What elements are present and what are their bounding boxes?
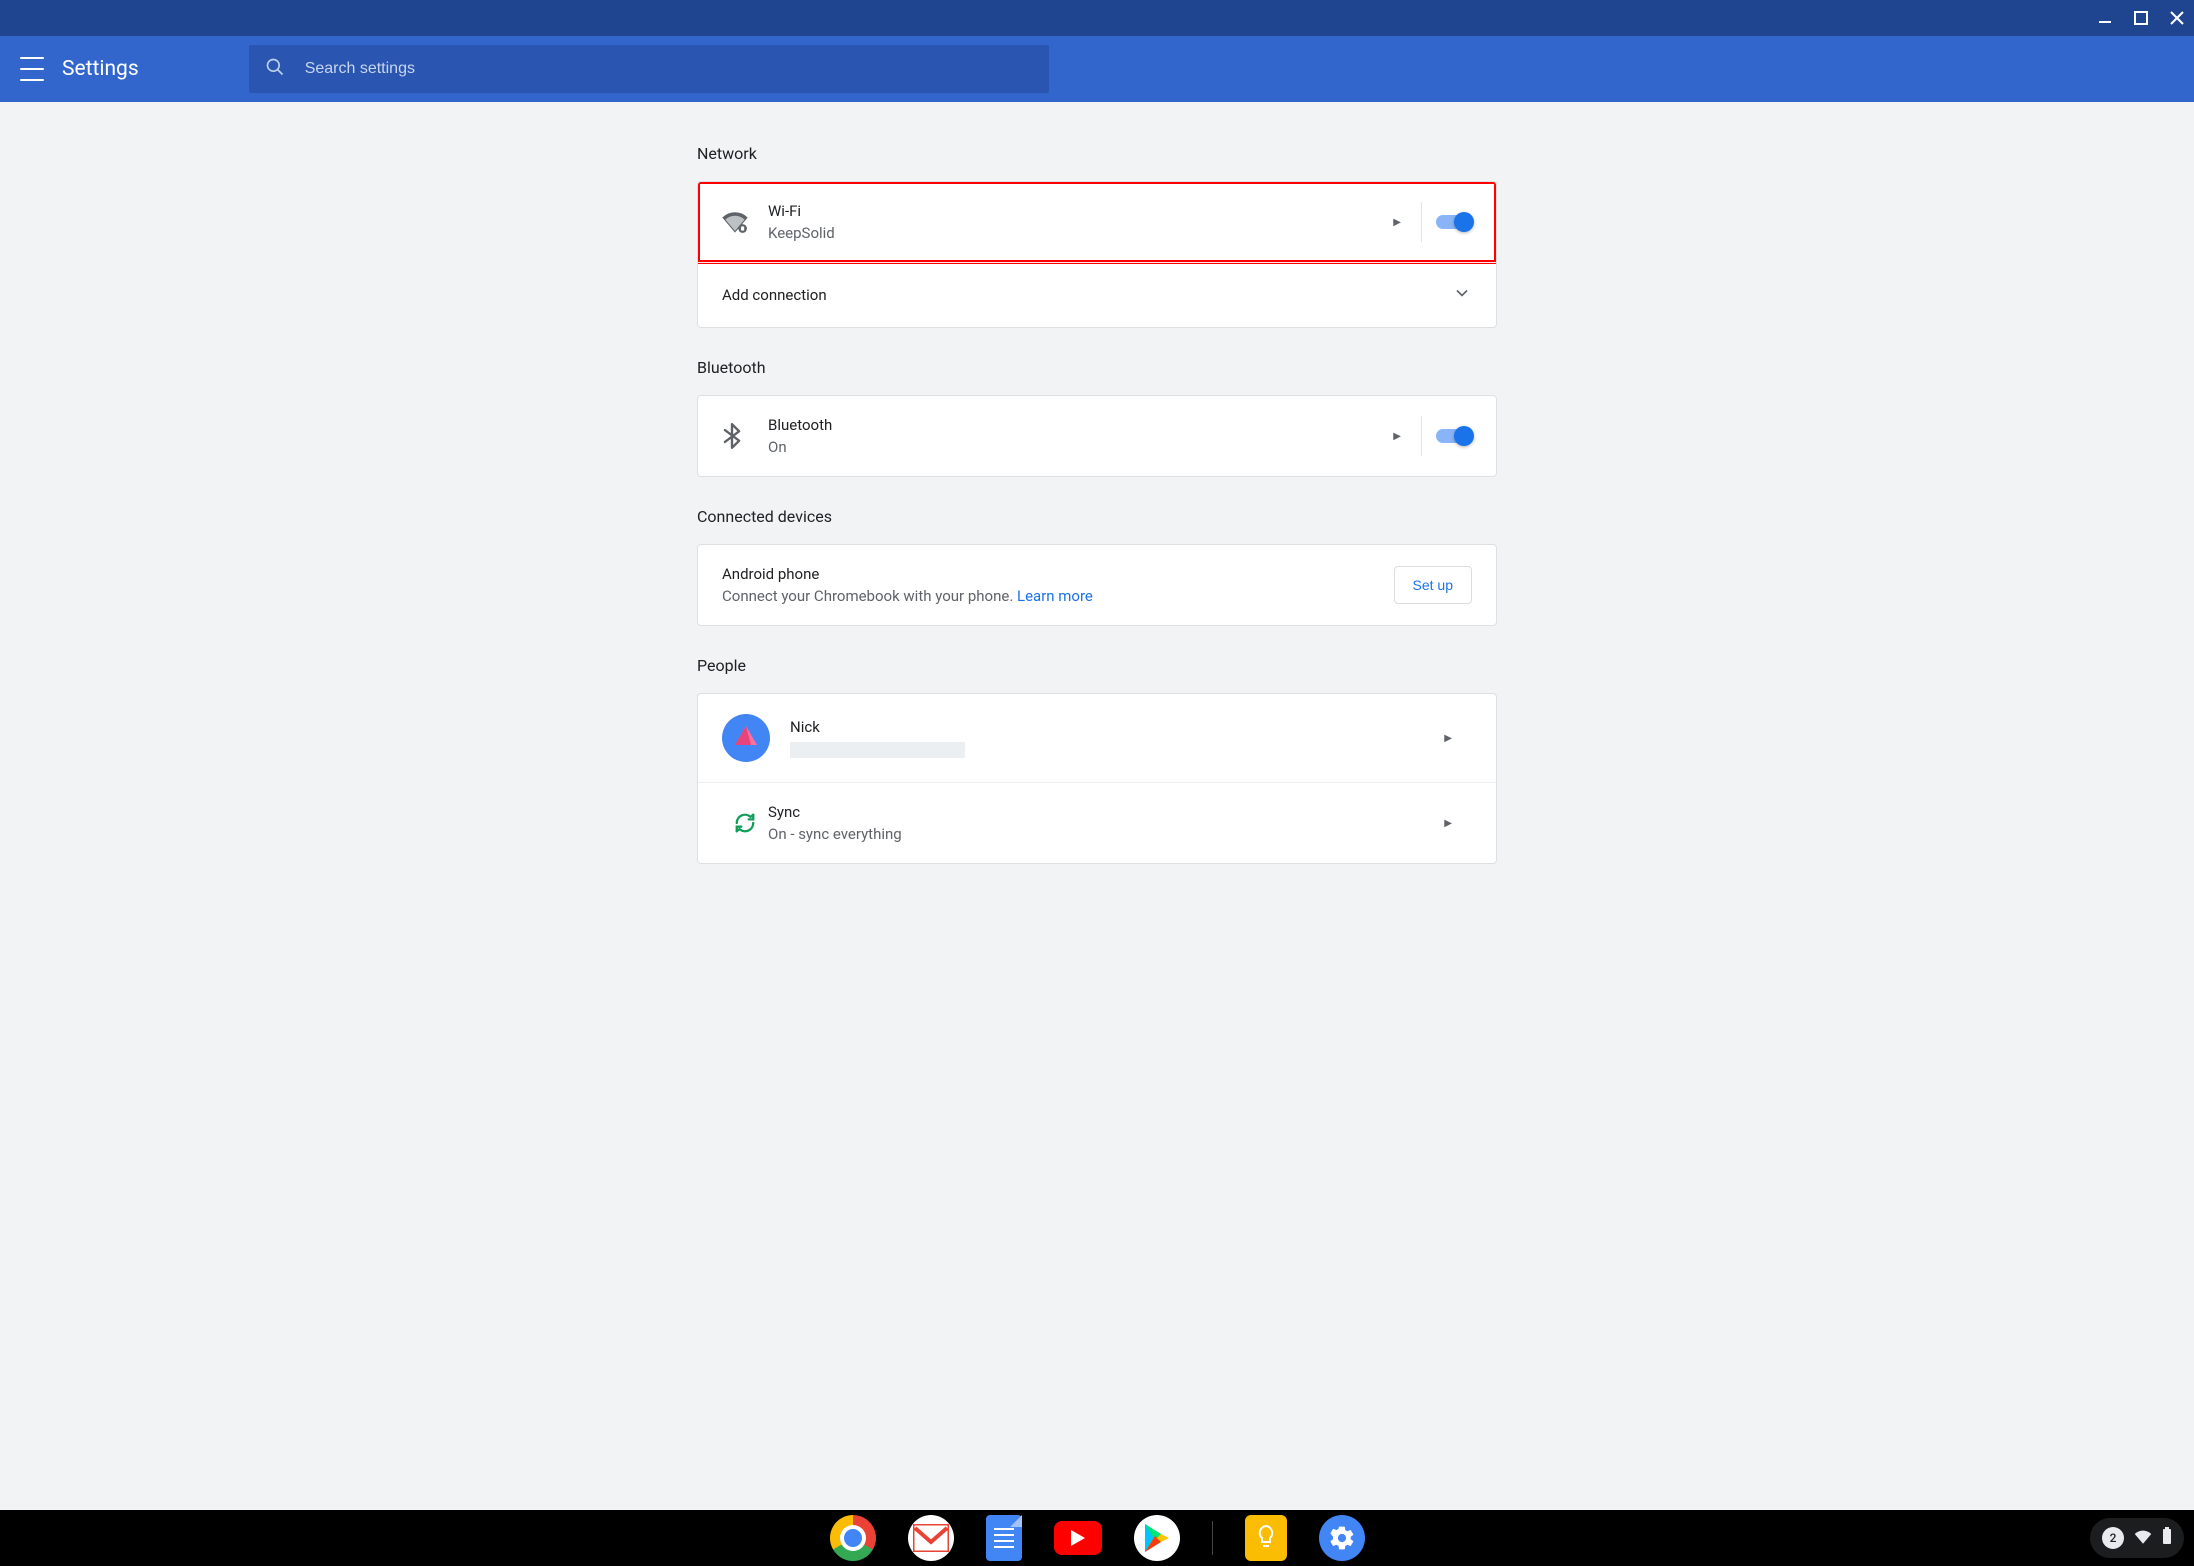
- shelf-app-youtube[interactable]: [1054, 1521, 1102, 1555]
- wifi-ssid: KeepSolid: [768, 224, 1373, 242]
- android-phone-desc: Connect your Chromebook with your phone.…: [722, 587, 1394, 605]
- shelf-app-settings[interactable]: [1319, 1515, 1365, 1561]
- learn-more-link[interactable]: Learn more: [1017, 587, 1093, 605]
- user-email-redacted: [790, 742, 965, 758]
- chevron-right-icon: ▶: [1444, 733, 1452, 744]
- chevron-right-icon: ▶: [1393, 217, 1401, 228]
- search-icon: [265, 57, 285, 81]
- sync-row[interactable]: Sync On - sync everything ▶: [698, 782, 1496, 863]
- shelf-app-chrome[interactable]: [830, 1515, 876, 1561]
- shelf-app-docs[interactable]: [986, 1515, 1022, 1561]
- wifi-icon: [722, 211, 768, 233]
- bluetooth-icon: [722, 423, 768, 449]
- menu-button[interactable]: [20, 57, 44, 81]
- connected-devices-card: Android phone Connect your Chromebook wi…: [697, 544, 1497, 626]
- section-title-network: Network: [697, 144, 1497, 163]
- notifications-count: 2: [2102, 1527, 2124, 1549]
- wifi-label: Wi-Fi: [768, 202, 1373, 220]
- chevron-right-icon: ▶: [1444, 818, 1452, 829]
- user-name: Nick: [790, 718, 1424, 736]
- window-chrome: [0, 0, 2194, 36]
- sync-status: On - sync everything: [768, 825, 1424, 843]
- shelf: 2: [0, 1510, 2194, 1566]
- people-card: Nick ▶ Sync On - sync everything ▶: [697, 693, 1497, 864]
- bluetooth-label: Bluetooth: [768, 416, 1373, 434]
- bluetooth-card: Bluetooth On ▶: [697, 395, 1497, 477]
- android-phone-label: Android phone: [722, 565, 1394, 583]
- network-card: Wi-Fi KeepSolid ▶ Add connection: [697, 181, 1497, 328]
- search-box[interactable]: [249, 45, 1049, 93]
- shelf-separator: [1212, 1521, 1213, 1555]
- android-phone-row: Android phone Connect your Chromebook wi…: [698, 545, 1496, 625]
- shelf-app-keep[interactable]: [1245, 1515, 1287, 1561]
- chevron-right-icon: ▶: [1393, 431, 1401, 442]
- section-title-connected: Connected devices: [697, 507, 1497, 526]
- section-title-bluetooth: Bluetooth: [697, 358, 1497, 377]
- avatar: [722, 714, 770, 762]
- bluetooth-status: On: [768, 438, 1373, 456]
- bluetooth-row[interactable]: Bluetooth On ▶: [698, 396, 1496, 476]
- shelf-app-gmail[interactable]: [908, 1515, 954, 1561]
- section-title-people: People: [697, 656, 1497, 675]
- setup-button[interactable]: Set up: [1394, 566, 1472, 604]
- app-header: Settings: [0, 36, 2194, 102]
- window-maximize-button[interactable]: [2132, 9, 2150, 27]
- wifi-toggle[interactable]: [1436, 215, 1472, 229]
- sync-icon: [722, 812, 768, 834]
- wifi-row[interactable]: Wi-Fi KeepSolid ▶: [698, 182, 1496, 262]
- window-close-button[interactable]: [2168, 9, 2186, 27]
- sync-label: Sync: [768, 803, 1424, 821]
- add-connection-label: Add connection: [722, 286, 1452, 304]
- tray-battery-icon: [2162, 1527, 2172, 1549]
- system-tray[interactable]: 2: [2090, 1518, 2184, 1558]
- settings-content: Network Wi-Fi KeepSolid ▶: [0, 102, 2194, 1510]
- add-connection-row[interactable]: Add connection: [698, 262, 1496, 327]
- bluetooth-toggle[interactable]: [1436, 429, 1472, 443]
- user-row[interactable]: Nick ▶: [698, 694, 1496, 782]
- tray-wifi-icon: [2134, 1529, 2152, 1548]
- chevron-down-icon: [1452, 283, 1472, 307]
- shelf-app-play-store[interactable]: [1134, 1515, 1180, 1561]
- page-title: Settings: [62, 57, 139, 81]
- window-minimize-button[interactable]: [2096, 9, 2114, 27]
- search-input[interactable]: [305, 60, 1033, 78]
